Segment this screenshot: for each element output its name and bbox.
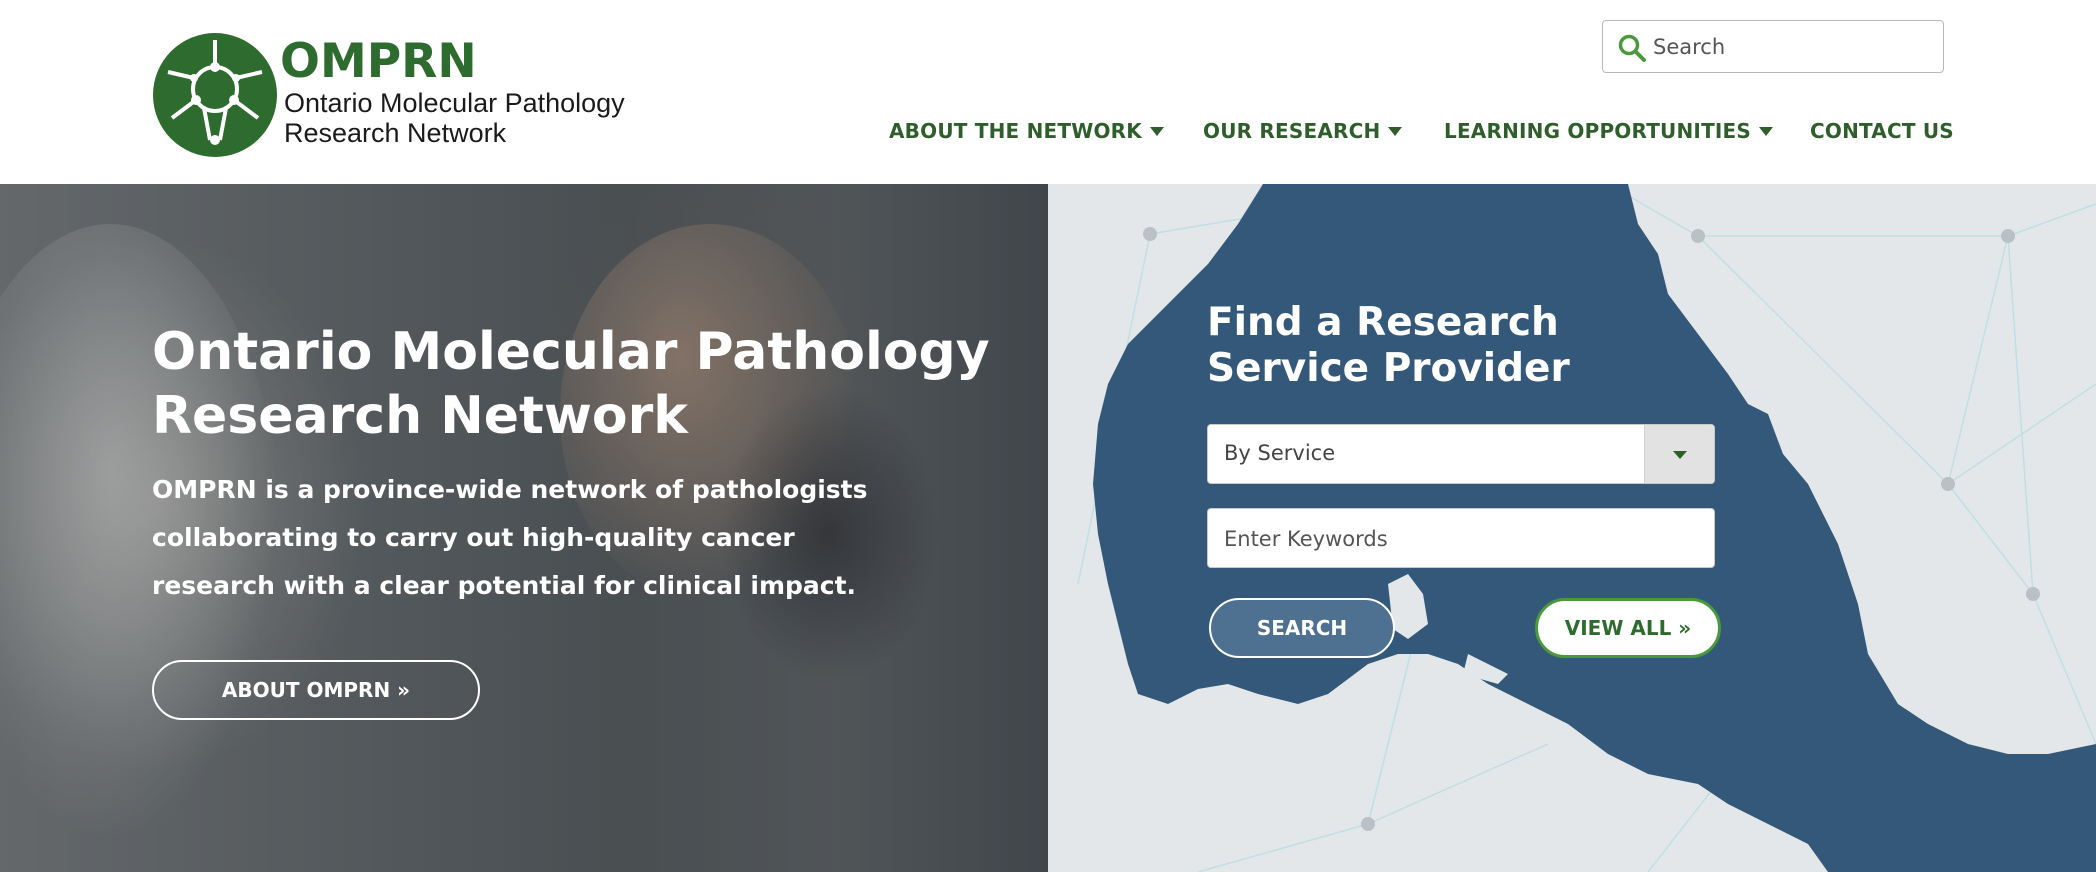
service-select[interactable]: By Service	[1207, 424, 1715, 484]
logo-name-line1: Ontario Molecular Pathology	[284, 88, 625, 118]
nav-item-label: CONTACT US	[1810, 119, 1954, 143]
main-nav: ABOUT THE NETWORK OUR RESEARCH LEARNING …	[0, 119, 2096, 155]
hero-title: Ontario Molecular Pathology Research Net…	[152, 320, 1012, 448]
hero-content: Ontario Molecular Pathology Research Net…	[152, 320, 1012, 610]
hero-description: OMPRN is a province-wide network of path…	[152, 475, 868, 600]
nav-item-label: OUR RESEARCH	[1203, 119, 1381, 143]
nav-item-label: ABOUT THE NETWORK	[889, 119, 1142, 143]
caret-down-icon	[1759, 126, 1774, 136]
search-input[interactable]	[1653, 29, 1933, 65]
about-omprn-button[interactable]: ABOUT OMPRN »	[152, 660, 480, 720]
service-select-value: By Service	[1224, 441, 1336, 465]
caret-down-icon	[1149, 126, 1164, 136]
provider-finder-panel: Find a Research Service Provider By Serv…	[1048, 184, 2096, 872]
nav-item-learning-opportunities[interactable]: LEARNING OPPORTUNITIES	[1444, 119, 1774, 143]
nav-item-contact-us[interactable]: CONTACT US	[1810, 119, 1954, 143]
hero-banner: Ontario Molecular Pathology Research Net…	[0, 184, 1048, 872]
caret-down-icon	[1388, 126, 1403, 136]
keywords-input[interactable]	[1224, 521, 1704, 557]
finder-title-line1: Find a Research	[1207, 300, 1559, 345]
nav-item-about-the-network[interactable]: ABOUT THE NETWORK	[889, 119, 1164, 143]
chevron-down-icon[interactable]	[1644, 425, 1714, 483]
hero-title-line1: Ontario Molecular Pathology	[152, 322, 990, 382]
provider-finder-form: Find a Research Service Provider By Serv…	[1207, 300, 1727, 658]
site-search	[1602, 20, 1944, 73]
finder-title-line2: Service Provider	[1207, 346, 1570, 391]
hero-title-line2: Research Network	[152, 386, 688, 446]
view-all-button[interactable]: VIEW ALL »	[1535, 598, 1721, 658]
logo-acronym: OMPRN	[280, 34, 477, 89]
nav-item-label: LEARNING OPPORTUNITIES	[1444, 119, 1752, 143]
finder-title: Find a Research Service Provider	[1207, 300, 1727, 392]
search-icon[interactable]	[1617, 33, 1647, 63]
finder-search-button[interactable]: SEARCH	[1209, 598, 1395, 658]
nav-item-our-research[interactable]: OUR RESEARCH	[1203, 119, 1403, 143]
keywords-field	[1207, 508, 1715, 568]
site-header: OMPRN Ontario Molecular Pathology Resear…	[0, 0, 2096, 184]
